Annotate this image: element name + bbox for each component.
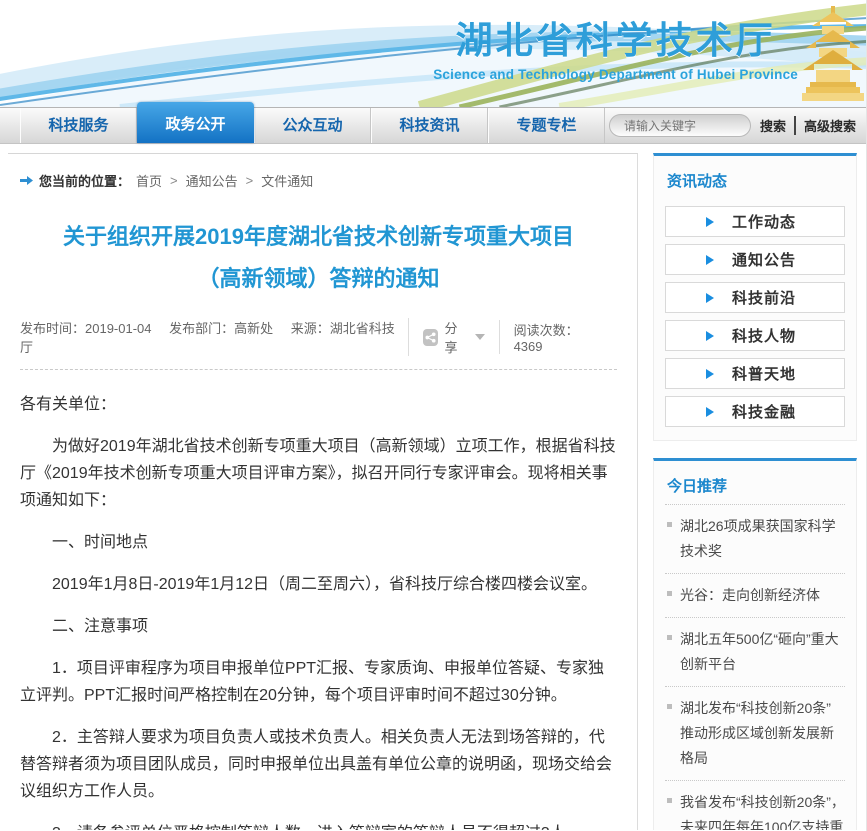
chevron-right-icon <box>706 331 714 341</box>
site-title: 湖北省科学技术厅 <box>433 10 798 64</box>
main-column: 您当前的位置： 首页 > 通知公告 > 文件通知 关于组织开展2019年度湖北省… <box>8 153 638 830</box>
paragraph: 2019年1月8日-2019年1月12日（周二至周六），省科技厅综合楼四楼会议室… <box>20 571 617 598</box>
publish-department: 发布部门：高新处 <box>169 321 273 336</box>
site-brand: 湖北省科学技术厅 Science and Technology Departme… <box>433 10 798 82</box>
pagoda-icon <box>802 4 864 104</box>
recommend-section: 今日推荐 湖北26项成果获国家科学技术奖 光谷：走向创新经济体 湖北五年500亿… <box>653 458 857 830</box>
search-box[interactable] <box>609 114 751 137</box>
share-label: 分享 <box>444 318 468 356</box>
paragraph: 2．主答辩人要求为项目负责人或技术负责人。相关负责人无法到场答辩的，代替答辩者须… <box>20 724 617 805</box>
sidebar-item-label: 科技人物 <box>732 325 796 346</box>
recommend-item[interactable]: 湖北五年500亿“砸向”重大创新平台 <box>665 618 845 687</box>
publish-time: 发布时间：2019-01-04 <box>20 321 152 336</box>
tab-keji-zixun[interactable]: 科技资讯 <box>371 108 488 143</box>
sidebar-item-label: 科技前沿 <box>732 287 796 308</box>
bullet-icon <box>667 591 672 596</box>
chevron-right-icon <box>706 217 714 227</box>
breadcrumb-home[interactable]: 首页 <box>136 171 162 190</box>
paragraph: 3．请各参评单位严格控制答辩人数，进入答辩室的答辩人员不得超过3人。 <box>20 820 617 830</box>
article-meta-left: 发布时间：2019-01-04 发布部门：高新处 来源：湖北省科技厅 <box>20 318 408 356</box>
sidebar-item-work-news[interactable]: 工作动态 <box>665 206 845 237</box>
recommend-item-label: 湖北发布“科技创新20条” 推动形成区域创新发展新格局 <box>680 700 834 766</box>
content-area: 您当前的位置： 首页 > 通知公告 > 文件通知 关于组织开展2019年度湖北省… <box>0 144 866 830</box>
recommend-item[interactable]: 光谷：走向创新经济体 <box>665 574 845 618</box>
tab-zhengwu-gongkai[interactable]: 政务公开 <box>137 102 254 143</box>
recommend-item[interactable]: 湖北发布“科技创新20条” 推动形成区域创新发展新格局 <box>665 687 845 781</box>
breadcrumb: 您当前的位置： 首页 > 通知公告 > 文件通知 <box>20 171 617 190</box>
section-heading-1: 一、时间地点 <box>20 529 617 556</box>
page: 湖北省科学技术厅 Science and Technology Departme… <box>0 0 867 831</box>
read-count-label: 阅读次数：4369 <box>514 320 603 354</box>
recommend-item[interactable]: 湖北26项成果获国家科学技术奖 <box>665 505 845 574</box>
tab-keji-fuwu[interactable]: 科技服务 <box>20 108 137 143</box>
site-subtitle: Science and Technology Department of Hub… <box>433 67 798 82</box>
chevron-right-icon <box>706 255 714 265</box>
bullet-icon <box>667 522 672 527</box>
breadcrumb-separator: > <box>244 173 256 188</box>
bullet-icon <box>667 704 672 709</box>
chevron-down-icon[interactable] <box>475 334 485 340</box>
search-button[interactable]: 搜索 <box>760 116 794 135</box>
sidebar-item-label: 通知公告 <box>732 249 796 270</box>
recommend-item-label: 湖北五年500亿“砸向”重大创新平台 <box>680 631 839 672</box>
share-button[interactable]: 分享 <box>408 318 499 356</box>
article-meta: 发布时间：2019-01-04 发布部门：高新处 来源：湖北省科技厅 <box>20 310 617 370</box>
breadcrumb-separator: > <box>168 173 180 188</box>
sidebar-item-label: 科技金融 <box>732 401 796 422</box>
sidebar-item-tech-finance[interactable]: 科技金融 <box>665 396 845 427</box>
main-nav: 科技服务 政务公开 公众互动 科技资讯 专题专栏 搜索 高级搜索 <box>0 107 866 144</box>
site-header: 湖北省科学技术厅 Science and Technology Departme… <box>0 0 866 107</box>
article-body: 各有关单位： 为做好2019年湖北省技术创新专项重大项目（高新领域）立项工作，根… <box>20 370 617 830</box>
arrow-right-icon <box>20 175 33 186</box>
breadcrumb-notices[interactable]: 通知公告 <box>186 171 238 190</box>
chevron-right-icon <box>706 369 714 379</box>
sidebar-item-science-world[interactable]: 科普天地 <box>665 358 845 389</box>
sidebar-item-tech-frontier[interactable]: 科技前沿 <box>665 282 845 313</box>
bullet-icon <box>667 635 672 640</box>
nav-search-area: 搜索 高级搜索 <box>609 108 866 143</box>
news-section-title: 资讯动态 <box>665 166 845 199</box>
paragraph: 1．项目评审程序为项目申报单位PPT汇报、专家质询、申报单位答疑、专家独立评判。… <box>20 655 617 709</box>
search-input[interactable] <box>624 119 779 133</box>
recommend-item-label: 光谷：走向创新经济体 <box>680 587 820 603</box>
bullet-icon <box>667 798 672 803</box>
sidebar-item-notices[interactable]: 通知公告 <box>665 244 845 275</box>
breadcrumb-prefix: 您当前的位置： <box>39 171 130 190</box>
chevron-right-icon <box>706 407 714 417</box>
paragraph: 为做好2019年湖北省技术创新专项重大项目（高新领域）立项工作，根据省科技厅《2… <box>20 433 617 514</box>
read-count: 阅读次数：4369 <box>499 320 617 354</box>
sidebar-item-label: 科普天地 <box>732 363 796 384</box>
breadcrumb-file-notice[interactable]: 文件通知 <box>261 171 313 190</box>
recommend-item-label: 湖北26项成果获国家科学技术奖 <box>680 518 836 559</box>
search-links: 搜索 高级搜索 <box>760 116 856 135</box>
article-title: 关于组织开展2019年度湖北省技术创新专项重大项目（高新领域）答辩的通知 <box>48 216 589 300</box>
sidebar: 资讯动态 工作动态 通知公告 科技前沿 科技人物 <box>653 153 857 830</box>
recommend-item-label: 我省发布“科技创新20条”，未来四年每年100亿支持重大项目 <box>680 794 845 830</box>
sidebar-item-tech-people[interactable]: 科技人物 <box>665 320 845 351</box>
chevron-right-icon <box>706 293 714 303</box>
tab-zhuanti-zhuanlan[interactable]: 专题专栏 <box>488 108 605 143</box>
share-icon <box>423 329 439 346</box>
news-section: 资讯动态 工作动态 通知公告 科技前沿 科技人物 <box>653 153 857 441</box>
article-meta-right: 分享 阅读次数：4369 <box>408 318 617 356</box>
sidebar-item-label: 工作动态 <box>732 211 796 232</box>
paragraph: 各有关单位： <box>20 391 617 418</box>
recommend-section-title: 今日推荐 <box>665 471 845 505</box>
recommend-item[interactable]: 我省发布“科技创新20条”，未来四年每年100亿支持重大项目 <box>665 781 845 830</box>
tab-gongzhong-hudong[interactable]: 公众互动 <box>254 108 371 143</box>
section-heading-2: 二、注意事项 <box>20 613 617 640</box>
advanced-search-link[interactable]: 高级搜索 <box>794 116 856 135</box>
